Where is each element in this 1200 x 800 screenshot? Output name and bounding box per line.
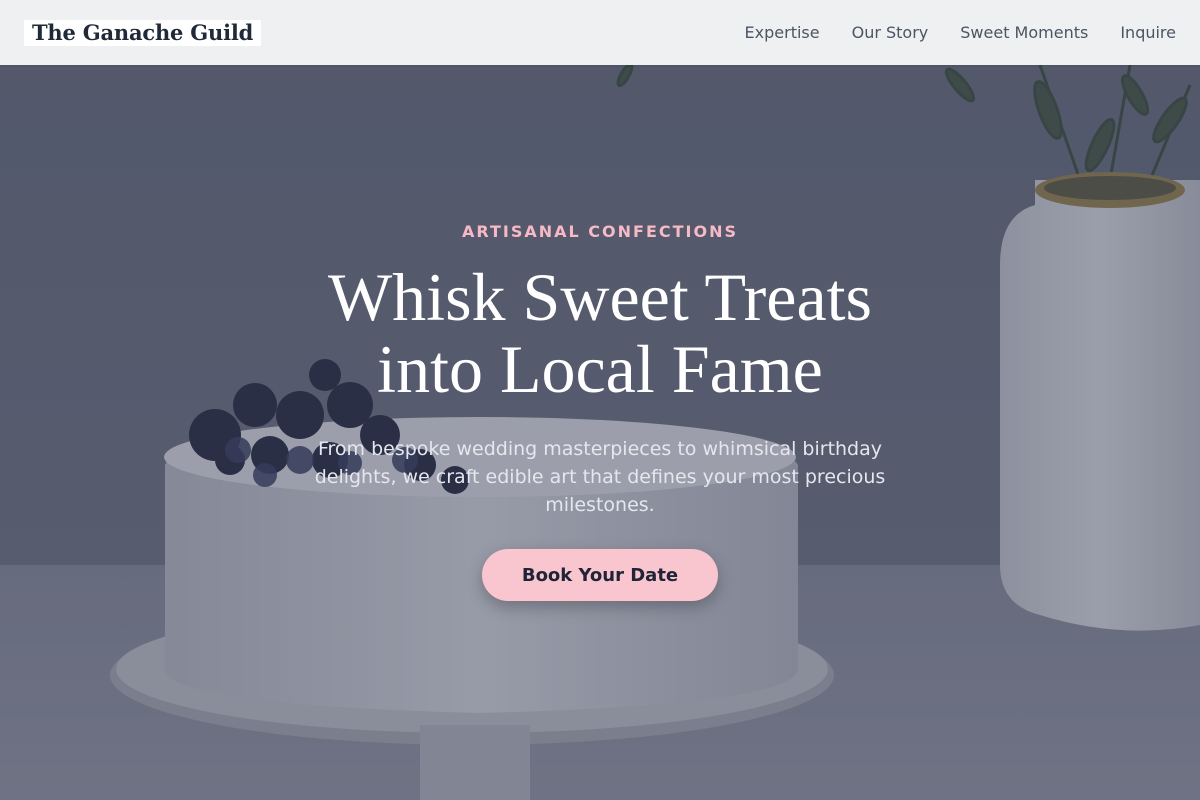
book-your-date-button[interactable]: Book Your Date — [482, 549, 718, 601]
hero-content: ARTISANAL CONFECTIONS Whisk Sweet Treats… — [0, 65, 1200, 800]
nav-link-sweet-moments[interactable]: Sweet Moments — [960, 23, 1088, 42]
nav-link-our-story[interactable]: Our Story — [852, 23, 929, 42]
nav-link-expertise[interactable]: Expertise — [745, 23, 820, 42]
hero-subtext: From bespoke wedding masterpieces to whi… — [314, 438, 886, 516]
site-logo[interactable]: The Ganache Guild — [24, 19, 262, 46]
site-header: The Ganache Guild Expertise Our Story Sw… — [0, 0, 1200, 65]
hero-eyebrow: ARTISANAL CONFECTIONS — [461, 222, 738, 241]
hero-headline: Whisk Sweet Treats into Local Fame — [328, 259, 872, 407]
main-nav: Expertise Our Story Sweet Moments Inquir… — [745, 23, 1176, 42]
nav-link-inquire[interactable]: Inquire — [1120, 23, 1176, 42]
hero-section: ARTISANAL CONFECTIONS Whisk Sweet Treats… — [0, 65, 1200, 800]
